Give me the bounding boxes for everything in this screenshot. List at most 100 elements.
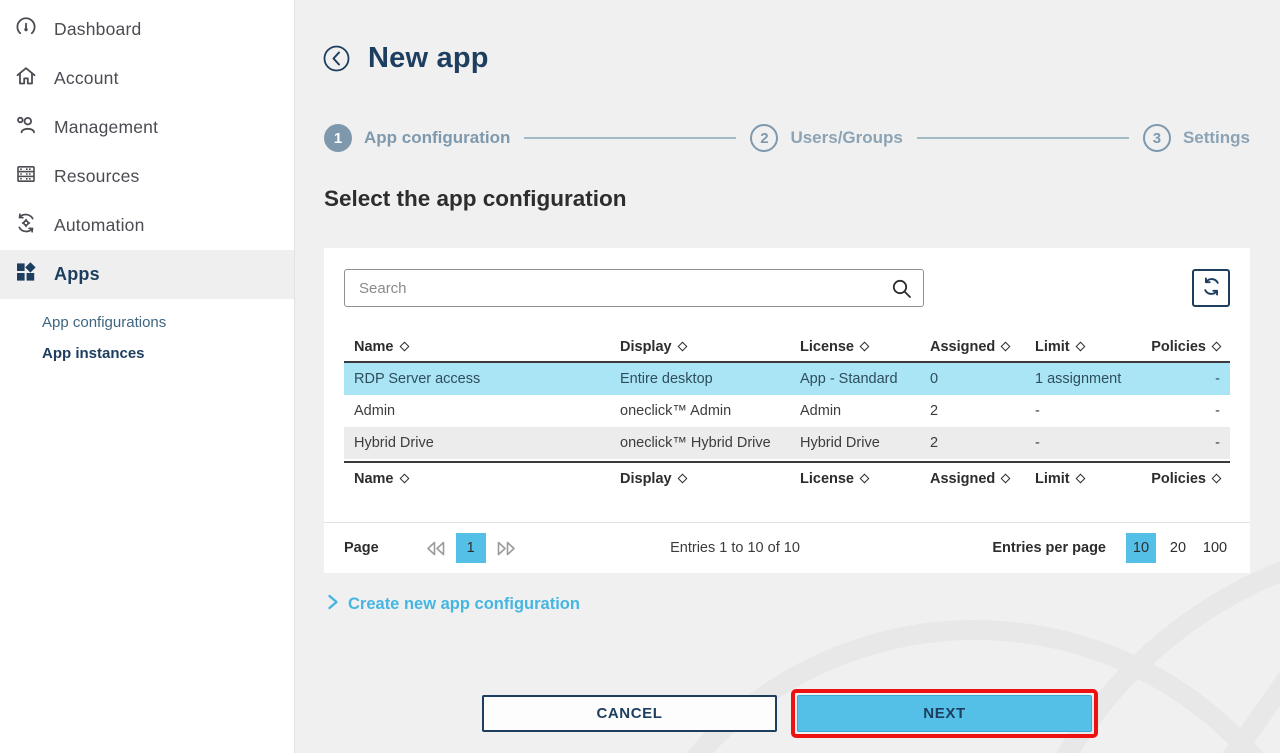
sidebar-subitem-app-configurations[interactable]: App configurations (42, 307, 294, 338)
page-header: New app (323, 42, 489, 75)
cell-policies: - (1140, 435, 1230, 451)
cell-display: oneclick™ Admin (610, 403, 790, 419)
column-header-display[interactable]: Display (610, 339, 790, 355)
subitem-label: App instances (42, 345, 145, 362)
per-page-option-20[interactable]: 20 (1163, 533, 1193, 563)
sort-icon (399, 342, 409, 352)
cell-display: oneclick™ Hybrid Drive (610, 435, 790, 451)
first-page-icon[interactable] (425, 540, 447, 557)
step-number: 1 (324, 124, 352, 152)
main-content: New app 1 App configuration 2 Users/Grou… (295, 0, 1280, 753)
cell-limit: - (1025, 403, 1140, 419)
sort-icon (860, 474, 870, 484)
column-header-assigned[interactable]: Assigned (920, 339, 1025, 355)
column-header-name[interactable]: Name (344, 339, 610, 355)
step-settings[interactable]: 3 Settings (1143, 124, 1250, 152)
step-users-groups[interactable]: 2 Users/Groups (750, 124, 902, 152)
screen: Dashboard Account (0, 0, 1280, 753)
server-icon (14, 162, 38, 191)
per-page-option-10[interactable]: 10 (1126, 533, 1156, 563)
table-row-admin[interactable]: Admin oneclick™ Admin Admin 2 - - (344, 395, 1230, 427)
sort-icon (677, 474, 687, 484)
table-header: Name Display License Assigned Limit Poli… (344, 332, 1230, 363)
sidebar-item-dashboard[interactable]: Dashboard (0, 5, 294, 54)
sidebar-item-management[interactable]: Management (0, 103, 294, 152)
back-button[interactable] (323, 45, 350, 72)
step-label: Users/Groups (790, 128, 902, 148)
sidebar-item-label: Resources (54, 166, 139, 187)
cell-assigned: 2 (920, 403, 1025, 419)
column-header-display[interactable]: Display (610, 471, 790, 487)
cell-name: RDP Server access (344, 371, 610, 387)
cell-policies: - (1140, 403, 1230, 419)
people-icon (14, 113, 38, 142)
app-config-panel: Name Display License Assigned Limit Poli… (324, 248, 1250, 573)
cell-limit: 1 assignment (1025, 371, 1140, 387)
create-new-app-configuration-link[interactable]: Create new app configuration (326, 592, 580, 617)
sort-icon (677, 342, 687, 352)
page-label: Page (344, 540, 379, 556)
apps-icon (14, 260, 38, 289)
cell-policies: - (1140, 371, 1230, 387)
step-label: App configuration (364, 128, 510, 148)
sidebar-item-label: Dashboard (54, 19, 141, 40)
cell-license: Admin (790, 403, 920, 419)
column-header-limit[interactable]: Limit (1025, 339, 1140, 355)
pagination: Page 1 Entries 1 to 10 of 10 (344, 531, 1230, 565)
step-app-configuration[interactable]: 1 App configuration (324, 124, 510, 152)
last-page-icon[interactable] (495, 540, 517, 557)
next-button[interactable]: NEXT (797, 695, 1092, 732)
refresh-button[interactable] (1192, 269, 1230, 307)
column-header-name[interactable]: Name (344, 471, 610, 487)
chevron-right-icon (326, 592, 340, 617)
cell-limit: - (1025, 435, 1140, 451)
subitem-label: App configurations (42, 314, 166, 331)
cell-assigned: 0 (920, 371, 1025, 387)
gauge-icon (14, 15, 38, 44)
column-header-license[interactable]: License (790, 471, 920, 487)
sort-icon (1001, 342, 1011, 352)
column-header-policies[interactable]: Policies (1140, 339, 1230, 355)
column-header-assigned[interactable]: Assigned (920, 471, 1025, 487)
cell-name: Hybrid Drive (344, 435, 610, 451)
page-title: New app (368, 42, 489, 75)
cell-license: Hybrid Drive (790, 435, 920, 451)
stepper-connector (524, 137, 736, 139)
divider (324, 522, 1250, 523)
table-row-hybrid-drive[interactable]: Hybrid Drive oneclick™ Hybrid Drive Hybr… (344, 427, 1230, 459)
cell-assigned: 2 (920, 435, 1025, 451)
sidebar-nav: Dashboard Account (0, 0, 294, 369)
cell-license: App - Standard (790, 371, 920, 387)
sidebar-item-automation[interactable]: Automation (0, 201, 294, 250)
cancel-button[interactable]: CANCEL (482, 695, 777, 732)
column-header-policies[interactable]: Policies (1140, 471, 1230, 487)
column-header-limit[interactable]: Limit (1025, 471, 1140, 487)
search-input[interactable] (344, 269, 924, 307)
sort-icon (1001, 474, 1011, 484)
step-number: 3 (1143, 124, 1171, 152)
cell-display: Entire desktop (610, 371, 790, 387)
sidebar-item-label: Account (54, 68, 119, 89)
sidebar-item-resources[interactable]: Resources (0, 152, 294, 201)
section-title: Select the app configuration (324, 186, 627, 212)
sidebar-item-apps[interactable]: Apps (0, 250, 294, 299)
table-footer-header: Name Display License Assigned Limit Poli… (344, 461, 1230, 494)
sidebar-item-label: Management (54, 117, 158, 138)
annotation-highlight-box: NEXT (791, 689, 1098, 738)
sidebar-item-account[interactable]: Account (0, 54, 294, 103)
sort-icon (1075, 342, 1085, 352)
page-navigation: 1 (425, 533, 517, 563)
per-page-label: Entries per page (992, 540, 1106, 556)
entries-summary: Entries 1 to 10 of 10 (670, 540, 800, 556)
sidebar-subitem-app-instances[interactable]: App instances (42, 338, 294, 369)
home-icon (14, 64, 38, 93)
page-number-button[interactable]: 1 (456, 533, 486, 563)
step-number: 2 (750, 124, 778, 152)
sort-icon (399, 474, 409, 484)
per-page-option-100[interactable]: 100 (1200, 533, 1230, 563)
table-row-rdp-server-access[interactable]: RDP Server access Entire desktop App - S… (344, 363, 1230, 395)
refresh-icon (1200, 275, 1223, 301)
column-header-license[interactable]: License (790, 339, 920, 355)
wizard-stepper: 1 App configuration 2 Users/Groups 3 Set… (324, 124, 1250, 152)
cell-name: Admin (344, 403, 610, 419)
